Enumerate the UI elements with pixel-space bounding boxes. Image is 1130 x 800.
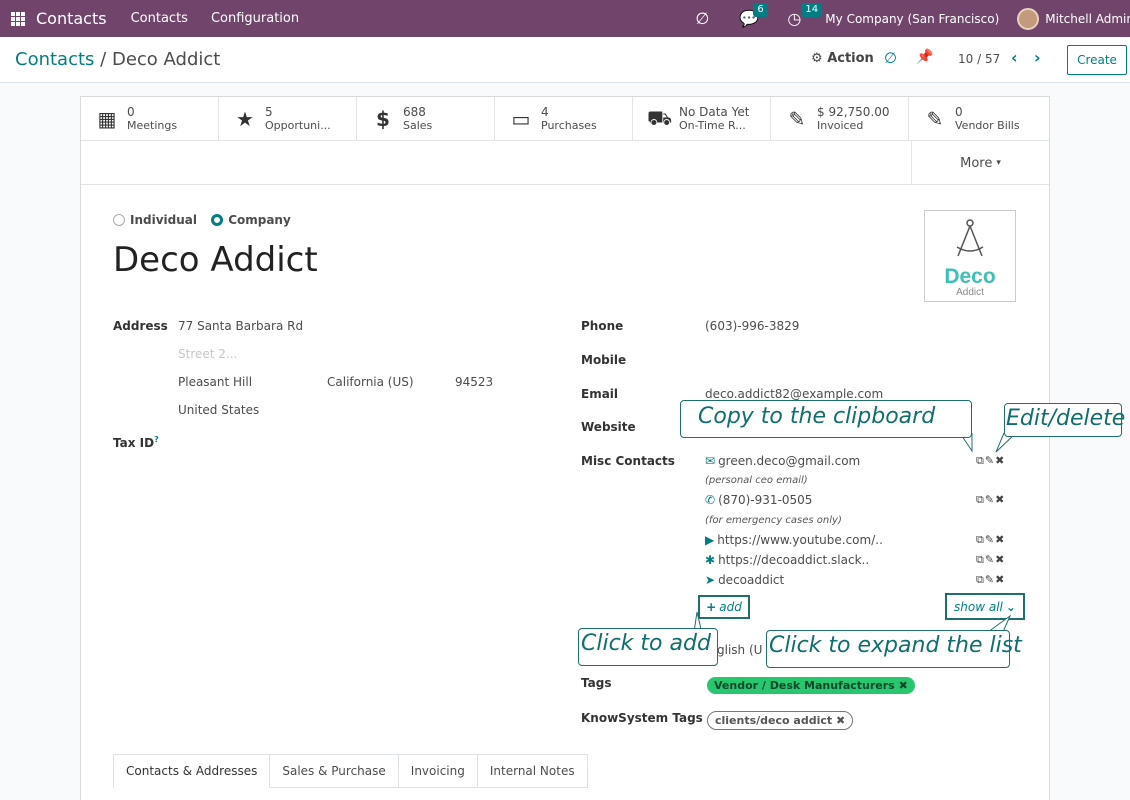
expand-list-annotation: Click to expand the list	[766, 630, 1022, 668]
annotation-text: Copy to the clipboard	[698, 404, 936, 429]
annotation-text: Click to expand the list	[769, 633, 1022, 658]
edit-delete-annotation: Edit/delete	[1004, 403, 1126, 437]
click-to-add-annotation: Click to add	[578, 628, 718, 666]
annotation-text: Click to add	[581, 631, 711, 656]
annotation-text: Edit/delete	[1006, 406, 1126, 431]
copy-clipboard-annotation: Copy to the clipboard	[680, 400, 972, 438]
